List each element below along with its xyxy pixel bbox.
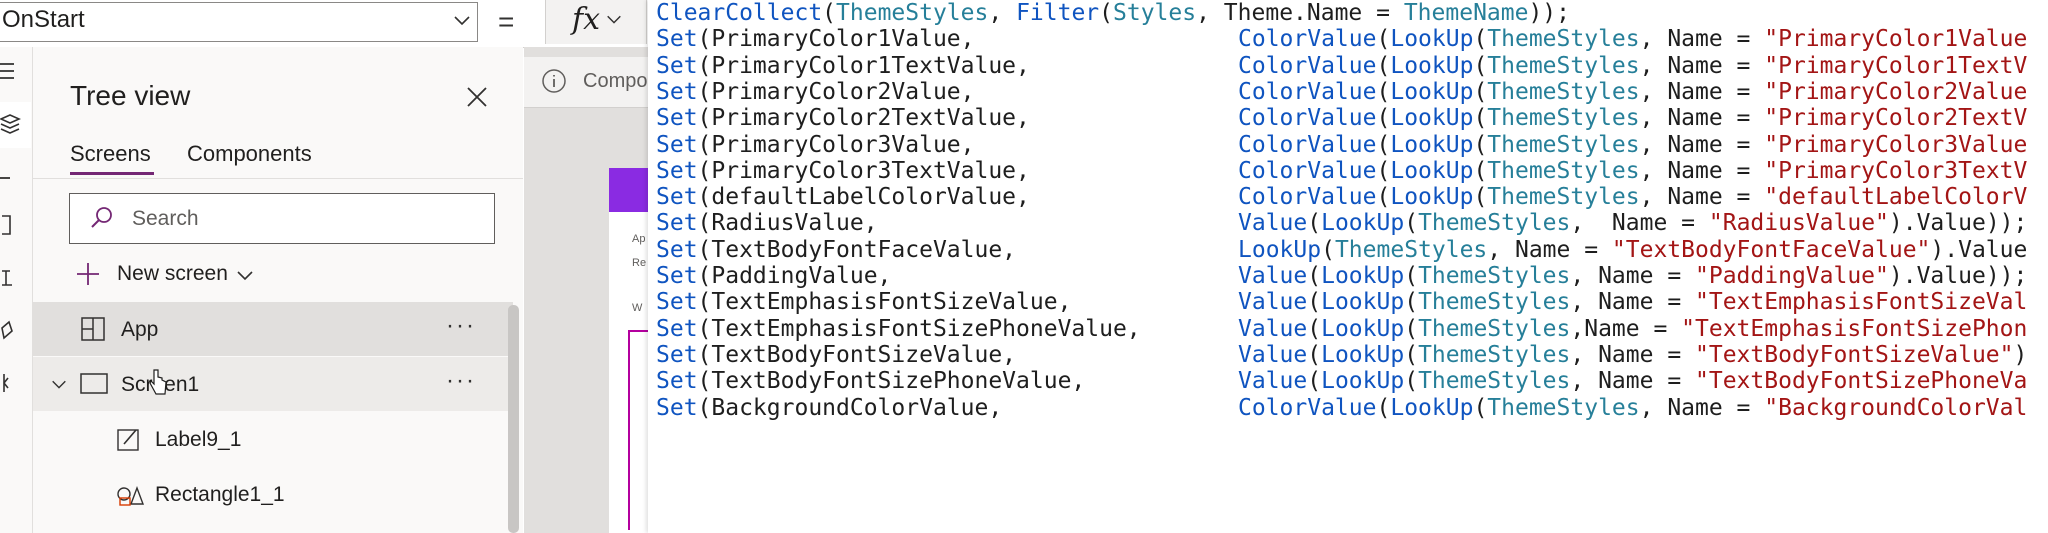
tools-icon[interactable] bbox=[0, 318, 26, 344]
new-screen-button[interactable]: New screen bbox=[117, 262, 228, 286]
variables-icon[interactable] bbox=[0, 370, 26, 396]
hamburger-icon[interactable] bbox=[0, 58, 26, 84]
tab-divider bbox=[33, 178, 523, 179]
chevron-down-icon[interactable] bbox=[235, 265, 255, 285]
tab-components[interactable]: Components bbox=[187, 141, 312, 167]
chevron-down-icon[interactable] bbox=[605, 10, 623, 28]
preview-text: Re bbox=[632, 257, 647, 269]
tree-item-label: App bbox=[121, 318, 159, 341]
app-preview-header bbox=[609, 168, 648, 212]
search-placeholder: Search bbox=[132, 207, 199, 230]
search-icon bbox=[91, 207, 112, 228]
tab-screens[interactable]: Screens bbox=[70, 141, 151, 167]
code-token: ( bbox=[1376, 394, 1391, 421]
preview-text: W bbox=[632, 302, 643, 314]
code-token: ThemeStyles bbox=[1487, 394, 1640, 421]
code-token: Set bbox=[656, 394, 698, 421]
more-options-button[interactable]: ··· bbox=[446, 312, 476, 340]
component-info-text: Compo bbox=[583, 70, 648, 92]
tree-scrollbar[interactable] bbox=[508, 305, 519, 533]
equals-sign: = bbox=[498, 6, 515, 37]
active-tab-indicator bbox=[70, 172, 154, 175]
data-icon[interactable] bbox=[0, 212, 26, 238]
app-icon bbox=[81, 317, 105, 341]
media-icon[interactable] bbox=[0, 265, 26, 291]
insert-icon[interactable] bbox=[0, 158, 26, 184]
hand-cursor-icon bbox=[149, 369, 167, 395]
selected-control-outline bbox=[628, 330, 648, 530]
code-token: ( bbox=[1473, 394, 1488, 421]
chevron-down-icon[interactable] bbox=[50, 375, 68, 393]
code-token: Filter bbox=[1016, 0, 1100, 26]
fx-label: fx bbox=[572, 2, 601, 37]
close-icon[interactable] bbox=[466, 86, 488, 108]
label-icon bbox=[117, 429, 139, 451]
code-token: "BackgroundColorVal bbox=[1764, 394, 2028, 421]
code-token: , Name = bbox=[1639, 394, 1765, 421]
code-token: ColorValue bbox=[1238, 394, 1377, 421]
tree-item-label: Rectangle1_1 bbox=[155, 483, 285, 506]
property-dropdown-value: OnStart bbox=[2, 6, 85, 33]
code-token: ( bbox=[1099, 0, 1114, 26]
code-token: (BackgroundColorValue, bbox=[697, 394, 1003, 421]
code-token: , bbox=[988, 0, 1017, 26]
plus-icon[interactable] bbox=[75, 261, 101, 287]
preview-text: Ap bbox=[632, 233, 646, 245]
code-token: LookUp bbox=[1390, 394, 1474, 421]
code-token: Styles bbox=[1113, 0, 1197, 26]
shapes-icon bbox=[117, 486, 145, 506]
tree-item-label: Label9_1 bbox=[155, 428, 242, 451]
tree-item-label9-1[interactable] bbox=[33, 412, 513, 466]
code-line-right: ColorValue(LookUp(ThemeStyles, Name = "B… bbox=[1238, 391, 2027, 425]
layers-icon[interactable] bbox=[0, 111, 26, 137]
more-options-button[interactable]: ··· bbox=[446, 367, 476, 395]
screen-icon bbox=[80, 373, 108, 394]
chevron-down-icon[interactable] bbox=[452, 10, 472, 30]
code-line-left: Set(BackgroundColorValue, bbox=[656, 391, 1002, 425]
tree-view-title: Tree view bbox=[70, 80, 191, 111]
info-icon bbox=[542, 69, 566, 93]
